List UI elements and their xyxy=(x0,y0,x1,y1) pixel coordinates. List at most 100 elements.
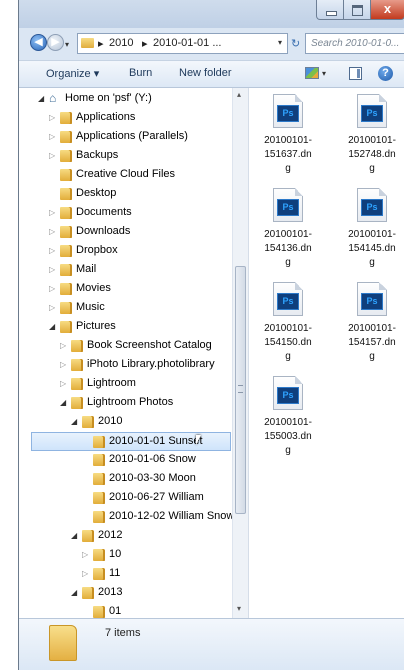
tree-item[interactable]: 01 xyxy=(19,603,248,618)
tree-item[interactable]: ◢ Pictures xyxy=(19,318,248,337)
burn-button[interactable]: Burn xyxy=(129,67,152,79)
tree-item[interactable]: ◢ 2013 xyxy=(19,584,248,603)
expanded-arrow-icon[interactable]: ◢ xyxy=(60,398,66,407)
tree-item-label: Movies xyxy=(76,282,111,294)
collapsed-arrow-icon[interactable]: ▷ xyxy=(49,132,55,141)
folder-icon xyxy=(93,606,105,618)
refresh-icon[interactable]: ↻ xyxy=(291,37,300,50)
search-input[interactable]: Search 2010-01-0... xyxy=(305,33,404,54)
expanded-arrow-icon[interactable]: ◢ xyxy=(71,417,77,426)
collapsed-arrow-icon[interactable]: ▷ xyxy=(49,246,55,255)
collapsed-arrow-icon[interactable]: ▷ xyxy=(49,208,55,217)
file-name-line: g xyxy=(369,257,375,268)
tree-item[interactable]: ▷ Dropbox xyxy=(19,242,248,261)
tree-item[interactable]: ▷ Documents xyxy=(19,204,248,223)
ps-badge: Ps xyxy=(361,105,383,122)
tree-item[interactable]: ▷ Downloads xyxy=(19,223,248,242)
file-item[interactable]: Ps 20100101- 154145.dn g xyxy=(337,188,404,270)
nav-scrollbar[interactable]: ▴ ▾ xyxy=(232,88,248,618)
collapsed-arrow-icon[interactable]: ▷ xyxy=(49,265,55,274)
tree-item[interactable]: ▷ Backups xyxy=(19,147,248,166)
expanded-arrow-icon[interactable]: ◢ xyxy=(71,588,77,597)
tree-item-label: iPhoto Library.photolibrary xyxy=(87,358,215,370)
tree-item[interactable]: 2010-12-02 William Snow xyxy=(19,508,248,527)
folder-icon xyxy=(93,549,105,561)
file-item[interactable]: Ps 20100101- 154150.dn g xyxy=(253,282,323,364)
tree-item[interactable]: ▷ 11 xyxy=(19,565,248,584)
file-item[interactable]: Ps 20100101- 154157.dn g xyxy=(337,282,404,364)
file-item[interactable]: Ps 20100101- 154136.dn g xyxy=(253,188,323,270)
address-box[interactable]: ▸ 2010 ▸ 2010-01-01 ... ▾ xyxy=(77,33,288,54)
tree-item[interactable]: 2010-03-30 Moon xyxy=(19,470,248,489)
preview-pane-icon[interactable] xyxy=(349,67,362,80)
tree-item[interactable]: ▷ Lightroom xyxy=(19,375,248,394)
tree-item[interactable]: 2010-01-06 Snow xyxy=(19,451,248,470)
tree-item[interactable]: 2010-06-27 William xyxy=(19,489,248,508)
navigation-pane[interactable]: ◢ ⌂ Home on 'psf' (Y:) ▷ Applications ▷ Applic… xyxy=(19,88,249,618)
expanded-arrow-icon[interactable]: ◢ xyxy=(49,322,55,331)
collapsed-arrow-icon[interactable]: ▷ xyxy=(60,360,66,369)
tree-item[interactable]: ▷ Mail xyxy=(19,261,248,280)
tree-item[interactable]: ◢ ⌂ Home on 'psf' (Y:) xyxy=(19,90,248,109)
collapsed-arrow-icon[interactable]: ▷ xyxy=(82,569,88,578)
forward-button[interactable]: ▶ xyxy=(47,34,64,51)
change-view-icon[interactable] xyxy=(305,67,319,79)
file-item[interactable]: Ps 20100101- 151637.dn g xyxy=(253,94,323,176)
tree-item[interactable]: ▷ iPhoto Library.photolibrary xyxy=(19,356,248,375)
collapsed-arrow-icon[interactable]: ▷ xyxy=(49,284,55,293)
minimize-button[interactable] xyxy=(316,0,344,20)
expanded-arrow-icon[interactable]: ◢ xyxy=(71,531,77,540)
breadcrumb-separator[interactable]: ▸ xyxy=(98,37,104,50)
collapsed-arrow-icon[interactable]: ▷ xyxy=(49,303,55,312)
tree-item[interactable]: ▷ Applications xyxy=(19,109,248,128)
folder-icon xyxy=(60,169,72,181)
file-item[interactable]: Ps 20100101- 152748.dn g xyxy=(337,94,404,176)
new-folder-button[interactable]: New folder xyxy=(179,67,232,79)
folder-icon xyxy=(93,511,105,523)
help-icon[interactable]: ? xyxy=(378,66,393,81)
file-name-line: 154150.dn xyxy=(264,337,312,348)
tree-item-label: Applications (Parallels) xyxy=(76,130,188,142)
breadcrumb-current-folder[interactable]: 2010-01-01 ... xyxy=(153,37,222,49)
tree-item-label: Documents xyxy=(76,206,132,218)
view-dropdown-icon[interactable]: ▾ xyxy=(322,69,326,78)
tree-item-label: 2010-12-02 William Snow xyxy=(109,510,235,522)
tree-item[interactable]: ◢ 2012 xyxy=(19,527,248,546)
file-name: 20100101- 152748.dn g xyxy=(337,134,404,176)
organize-button[interactable]: Organize ▾ xyxy=(46,67,99,80)
tree-item[interactable]: ▷ Book Screenshot Catalog xyxy=(19,337,248,356)
tree-item-label: 11 xyxy=(109,567,121,579)
close-button[interactable]: x xyxy=(370,0,404,20)
maximize-button[interactable] xyxy=(343,0,371,20)
file-item[interactable]: Ps 20100101- 155003.dn g xyxy=(253,376,323,458)
collapsed-arrow-icon[interactable]: ▷ xyxy=(60,341,66,350)
tree-item[interactable]: ▷ Movies xyxy=(19,280,248,299)
tree-item[interactable]: ▷ Applications (Parallels) xyxy=(19,128,248,147)
breadcrumb-2010[interactable]: 2010 xyxy=(109,37,133,49)
expanded-arrow-icon[interactable]: ◢ xyxy=(38,94,44,103)
collapsed-arrow-icon[interactable]: ▷ xyxy=(60,379,66,388)
folder-icon xyxy=(93,436,105,448)
folder-icon xyxy=(60,207,72,219)
collapsed-arrow-icon[interactable]: ▷ xyxy=(49,113,55,122)
address-dropdown-icon[interactable]: ▾ xyxy=(278,38,282,47)
tree-item[interactable]: Desktop xyxy=(19,185,248,204)
tree-item[interactable]: ◢ 2010 xyxy=(19,413,248,432)
tree-item[interactable]: Creative Cloud Files xyxy=(19,166,248,185)
file-list[interactable]: Ps 20100101- 151637.dn g Ps 20100101- 152748.d… xyxy=(249,88,404,618)
collapsed-arrow-icon[interactable]: ▷ xyxy=(82,550,88,559)
tree-item[interactable]: ▷ Music xyxy=(19,299,248,318)
scroll-up-icon[interactable]: ▴ xyxy=(237,90,241,99)
collapsed-arrow-icon[interactable]: ▷ xyxy=(49,227,55,236)
scroll-thumb[interactable] xyxy=(235,266,246,514)
folder-icon xyxy=(93,473,105,485)
breadcrumb-separator[interactable]: ▸ xyxy=(142,37,148,50)
recent-pages-dropdown[interactable]: ▾ xyxy=(65,40,69,49)
collapsed-arrow-icon[interactable]: ▷ xyxy=(49,151,55,160)
file-name-line: 151637.dn xyxy=(264,149,312,160)
tree-item[interactable]: ▷ 10 xyxy=(19,546,248,565)
photoshop-file-icon: Ps xyxy=(357,282,387,316)
scroll-down-icon[interactable]: ▾ xyxy=(237,604,241,613)
tree-item[interactable]: ◢ Lightroom Photos xyxy=(19,394,248,413)
back-button[interactable]: ◀ xyxy=(30,34,47,51)
